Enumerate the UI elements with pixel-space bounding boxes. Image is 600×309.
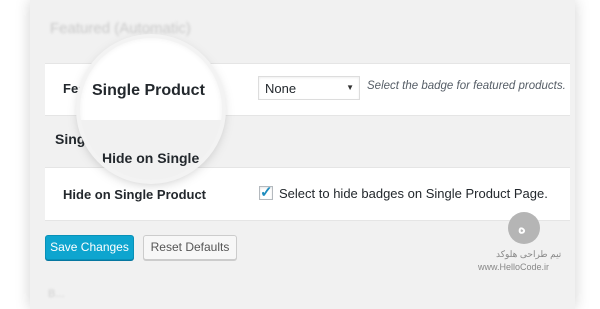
hide-single-checkbox[interactable]: ✓ bbox=[259, 184, 273, 201]
featured-field-label: Featu bbox=[63, 81, 83, 96]
hide-single-checkbox-label[interactable]: Select to hide badges on Single Product … bbox=[279, 186, 548, 201]
watermark-text: تیم طراحی هلوکد bbox=[496, 249, 562, 259]
watermark-url: www.HelloCode.ir bbox=[478, 262, 550, 272]
magnifier-lens: Single Product Hide on Single bbox=[80, 38, 222, 180]
reset-defaults-button[interactable]: Reset Defaults bbox=[143, 235, 237, 260]
save-changes-button[interactable]: Save Changes bbox=[45, 235, 134, 260]
magnified-title: Single Product bbox=[92, 82, 205, 99]
faded-bottom-text: B... bbox=[48, 288, 65, 300]
watermark-logo-mark: ه bbox=[518, 220, 526, 237]
dropdown-arrow-icon: ▼ bbox=[346, 83, 354, 92]
magnified-label: Hide on Single bbox=[102, 150, 200, 166]
checkmark-icon: ✓ bbox=[260, 184, 273, 201]
hide-single-label: Hide on Single Product bbox=[63, 187, 207, 202]
badge-select[interactable]: None ▼ bbox=[258, 76, 360, 100]
faded-section-title: Featured (Automatic) bbox=[50, 20, 191, 37]
badge-select-value: None bbox=[265, 81, 297, 96]
badge-select-description: Select the badge for featured products. bbox=[367, 80, 566, 92]
